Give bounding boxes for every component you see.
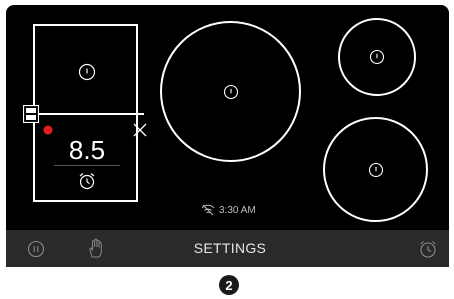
wifi-icon: [201, 204, 215, 216]
power-level-value[interactable]: 8.5: [52, 135, 122, 166]
power-icon[interactable]: [223, 84, 239, 100]
status-readout: 3:30 AM: [200, 204, 256, 216]
alarm-clock-icon[interactable]: [78, 172, 96, 190]
close-icon[interactable]: [133, 123, 147, 137]
active-indicator: [43, 125, 53, 135]
zone-divider: [24, 113, 144, 115]
settings-button[interactable]: SETTINGS: [160, 240, 300, 256]
hand-lock-icon[interactable]: [86, 237, 106, 259]
right-bottom-medium-zone[interactable]: [323, 117, 428, 222]
step-number-badge: 2: [219, 275, 239, 295]
center-large-zone[interactable]: [160, 21, 301, 162]
timer-icon[interactable]: [418, 239, 438, 259]
bridge-icon[interactable]: [23, 105, 39, 123]
power-icon[interactable]: [78, 63, 96, 81]
power-icon[interactable]: [369, 49, 385, 65]
value-underline: [54, 165, 120, 166]
power-icon[interactable]: [368, 162, 384, 178]
pause-icon[interactable]: [27, 240, 45, 258]
clock-time: 3:30 AM: [219, 204, 256, 216]
right-top-small-zone[interactable]: [338, 18, 416, 96]
